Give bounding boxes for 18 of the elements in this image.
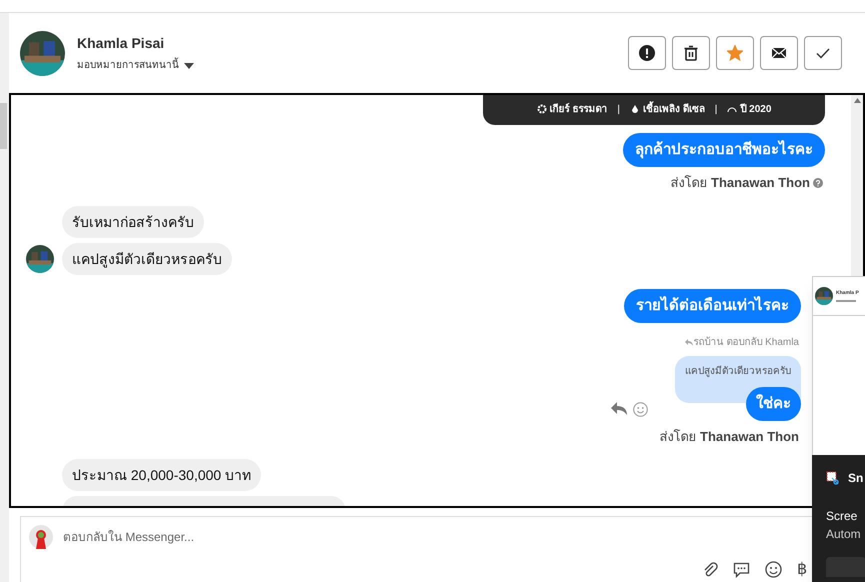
incoming-message: ประมาณ 20,000-30,000 บาท xyxy=(62,459,262,491)
outgoing-message: รายได้ต่อเดือนเท่าไรคะ xyxy=(624,288,801,322)
notification-text: Autom xyxy=(826,526,862,543)
incoming-message: แคปสูงมีตัวเดียวหรอครับ xyxy=(62,242,232,274)
sender-label: ส่งโดย Thanawan Thon xyxy=(670,174,810,192)
spec-label: เกียร์ ธรรมดา xyxy=(550,102,608,116)
spec-label: เชื้อเพลิง ดีเซล xyxy=(642,102,705,116)
outgoing-message: ลุกค้าประกอบอาชีพอะไรคะ xyxy=(623,133,825,167)
outgoing-message: ใช่คะ xyxy=(746,386,801,420)
separator: | xyxy=(617,102,620,116)
app-name: Sn xyxy=(848,470,864,487)
separator: | xyxy=(714,102,718,116)
notification-text: Scree xyxy=(826,508,858,525)
spec-label: ปี 2020 xyxy=(740,102,772,116)
incoming-message: รับเหมาก่อสร้างครับ xyxy=(62,206,204,238)
contact-name: Khamla Pisai xyxy=(77,34,166,53)
reply-label: รถบ้าน ตอบกลับ Khamla xyxy=(694,336,799,350)
sender-label: ส่งโดย Thanawan Thon xyxy=(659,428,799,446)
